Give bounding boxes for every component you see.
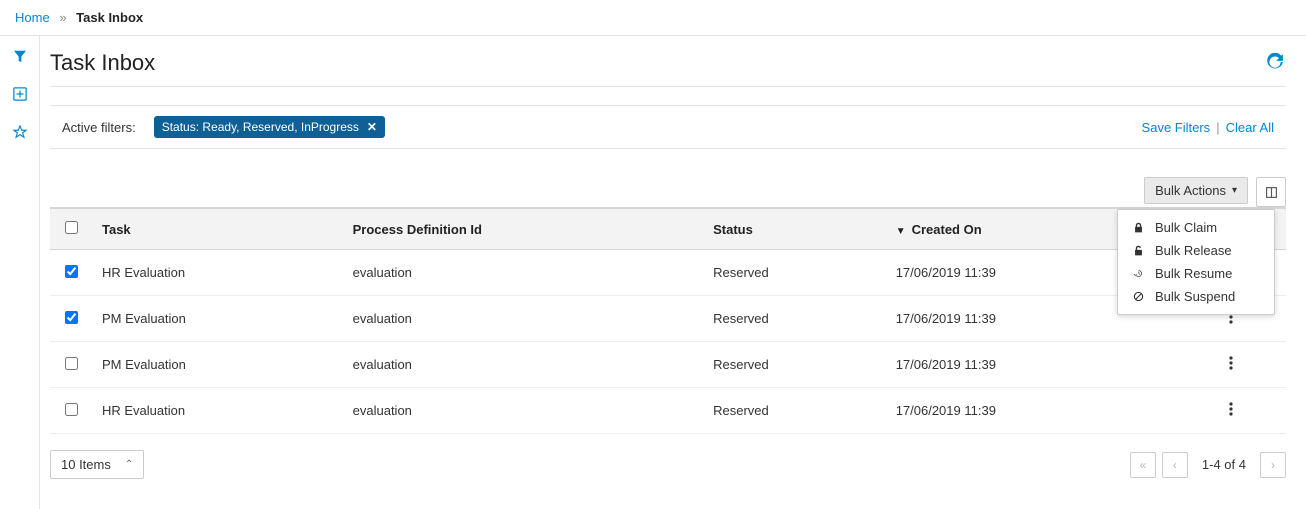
select-all-checkbox[interactable]: [65, 221, 78, 234]
col-task[interactable]: Task: [92, 208, 343, 250]
table-row[interactable]: HR EvaluationevaluationReserved17/06/201…: [50, 388, 1286, 434]
row-actions-button[interactable]: [1229, 402, 1233, 416]
filter-chip-status: Status: Ready, Reserved, InProgress ✕: [154, 116, 385, 138]
breadcrumb-current: Task Inbox: [76, 10, 143, 25]
bulk-suspend-item[interactable]: Bulk Suspend: [1118, 285, 1274, 308]
page-size-label: 10 Items: [61, 457, 111, 472]
table-row[interactable]: HR EvaluationevaluationReserved17/06/201…: [50, 250, 1286, 296]
row-checkbox[interactable]: [65, 403, 78, 416]
chevron-up-icon: ⌃: [125, 459, 133, 470]
clear-all-link[interactable]: Clear All: [1226, 120, 1274, 135]
breadcrumb: Home » Task Inbox: [0, 0, 1306, 36]
cell-task: HR Evaluation: [92, 388, 343, 434]
col-created-label: Created On: [912, 222, 982, 237]
bulk-release-item[interactable]: Bulk Release: [1118, 239, 1274, 262]
breadcrumb-sep: »: [59, 10, 66, 25]
star-icon[interactable]: [10, 122, 30, 142]
cell-task: PM Evaluation: [92, 296, 343, 342]
breadcrumb-home[interactable]: Home: [15, 10, 50, 25]
cell-pdid: evaluation: [343, 342, 703, 388]
lock-icon: [1132, 222, 1145, 233]
cell-pdid: evaluation: [343, 296, 703, 342]
history-icon: [1132, 268, 1145, 279]
filter-chip-remove-icon[interactable]: ✕: [367, 120, 377, 134]
cell-status: Reserved: [703, 296, 886, 342]
prev-page-button[interactable]: ‹: [1162, 452, 1188, 478]
row-checkbox[interactable]: [65, 265, 78, 278]
cell-status: Reserved: [703, 342, 886, 388]
col-pdid[interactable]: Process Definition Id: [343, 208, 703, 250]
save-filters-link[interactable]: Save Filters: [1142, 120, 1211, 135]
cell-created: 17/06/2019 11:39: [886, 342, 1176, 388]
cell-status: Reserved: [703, 250, 886, 296]
filter-chip-text: Status: Ready, Reserved, InProgress: [162, 120, 359, 134]
first-page-button[interactable]: «: [1130, 452, 1156, 478]
bulk-actions-menu: Bulk Claim Bulk Release Bulk Resume: [1117, 209, 1275, 315]
sort-desc-icon: ▼: [896, 226, 906, 237]
chevron-down-icon: ▾: [1232, 185, 1237, 196]
bulk-resume-label: Bulk Resume: [1155, 266, 1232, 281]
columns-button[interactable]: [1256, 177, 1286, 207]
pagination: « ‹ 1-4 of 4 ›: [1130, 452, 1286, 478]
task-table: Task Process Definition Id Status ▼ Creat…: [50, 207, 1286, 434]
filters-bar: Active filters: Status: Ready, Reserved,…: [50, 105, 1286, 149]
cell-created: 17/06/2019 11:39: [886, 388, 1176, 434]
ban-icon: [1132, 291, 1145, 302]
bulk-release-label: Bulk Release: [1155, 243, 1232, 258]
cell-task: HR Evaluation: [92, 250, 343, 296]
bulk-resume-item[interactable]: Bulk Resume: [1118, 262, 1274, 285]
filter-icon[interactable]: [10, 46, 30, 66]
active-filters-label: Active filters:: [62, 120, 136, 135]
cell-status: Reserved: [703, 388, 886, 434]
row-checkbox[interactable]: [65, 311, 78, 324]
row-checkbox[interactable]: [65, 357, 78, 370]
col-status[interactable]: Status: [703, 208, 886, 250]
table-row[interactable]: PM EvaluationevaluationReserved17/06/201…: [50, 342, 1286, 388]
bulk-suspend-label: Bulk Suspend: [1155, 289, 1235, 304]
cell-pdid: evaluation: [343, 388, 703, 434]
bulk-claim-item[interactable]: Bulk Claim: [1118, 216, 1274, 239]
refresh-icon[interactable]: [1266, 53, 1286, 73]
bulk-actions-button[interactable]: Bulk Actions ▾: [1144, 177, 1248, 204]
pagination-info: 1-4 of 4: [1202, 457, 1246, 472]
cell-task: PM Evaluation: [92, 342, 343, 388]
side-rail: [0, 36, 40, 509]
cell-pdid: evaluation: [343, 250, 703, 296]
add-icon[interactable]: [10, 84, 30, 104]
bulk-claim-label: Bulk Claim: [1155, 220, 1217, 235]
page-size-selector[interactable]: 10 Items ⌃: [50, 450, 144, 479]
bulk-actions-label: Bulk Actions: [1155, 183, 1226, 198]
filters-divider: |: [1216, 120, 1219, 135]
table-row[interactable]: PM EvaluationevaluationReserved17/06/201…: [50, 296, 1286, 342]
unlock-icon: [1132, 245, 1145, 256]
page-title: Task Inbox: [50, 50, 155, 76]
row-actions-button[interactable]: [1229, 356, 1233, 370]
next-page-button[interactable]: ›: [1260, 452, 1286, 478]
